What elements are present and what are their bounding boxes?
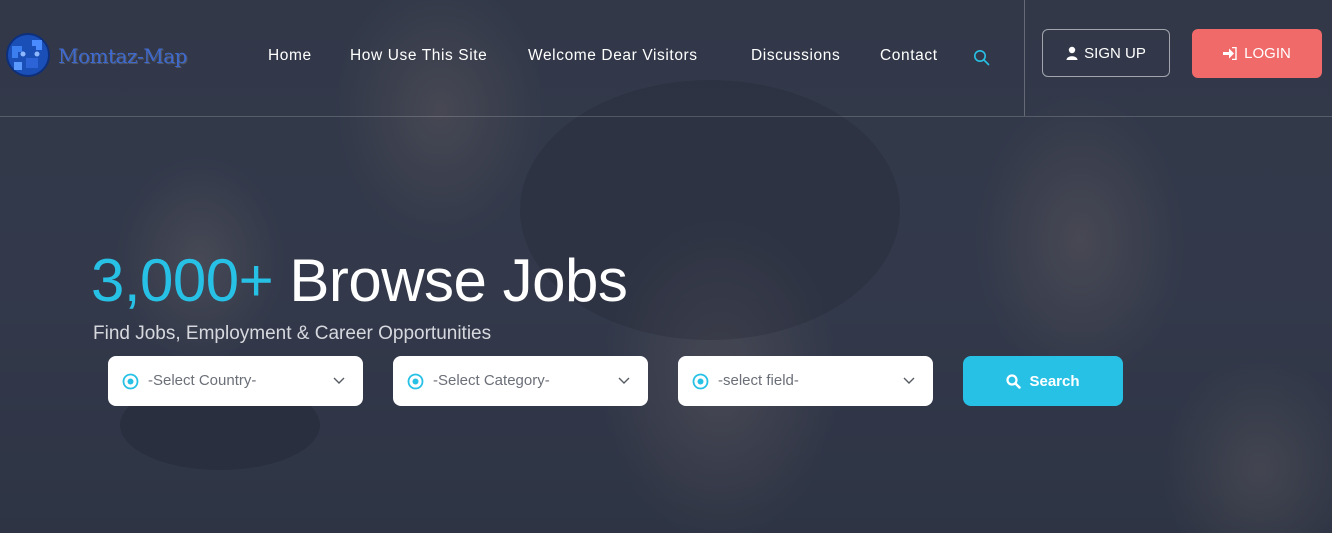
chevron-down-icon <box>618 377 630 384</box>
hero-subtitle: Find Jobs, Employment & Career Opportuni… <box>93 323 492 344</box>
hero-headline: 3,000+ Browse Jobs <box>91 246 628 315</box>
nav-item-home[interactable]: Home <box>268 47 312 65</box>
nav-item-welcome-dear-visitors[interactable]: Welcome Dear Visitors <box>528 47 698 65</box>
target-icon <box>407 373 424 390</box>
nav-item-contact[interactable]: Contact <box>880 47 938 65</box>
signup-button[interactable]: SIGN UP <box>1042 29 1170 77</box>
search-button[interactable]: Search <box>963 356 1123 406</box>
nav-divider <box>1024 0 1025 116</box>
job-count: 3,000+ <box>91 247 274 314</box>
target-icon <box>692 373 709 390</box>
chevron-down-icon <box>333 377 345 384</box>
login-label: LOGIN <box>1244 45 1291 62</box>
country-select[interactable]: -Select Country- <box>108 356 363 406</box>
brand-name: Momtaz-Map <box>58 44 187 68</box>
country-select-value: -Select Country- <box>148 372 257 389</box>
login-button[interactable]: LOGIN <box>1192 29 1322 78</box>
category-select[interactable]: -Select Category- <box>393 356 648 406</box>
hero-title: Browse Jobs <box>289 247 628 314</box>
sign-in-icon <box>1223 47 1237 60</box>
search-button-label: Search <box>1029 372 1080 390</box>
signup-label: SIGN UP <box>1084 44 1146 62</box>
category-select-value: -Select Category- <box>433 372 550 389</box>
puzzle-globe-icon <box>6 33 50 77</box>
chevron-down-icon <box>903 377 915 384</box>
field-select[interactable]: -select field- <box>678 356 933 406</box>
search-icon <box>1006 373 1022 389</box>
user-icon <box>1066 46 1078 60</box>
search-icon[interactable] <box>973 49 990 66</box>
nav-item-discussions[interactable]: Discussions <box>751 47 840 65</box>
nav-item-how-use-this-site[interactable]: How Use This Site <box>350 47 487 65</box>
target-icon <box>122 373 139 390</box>
top-navigation-bar: Momtaz-Map Home How Use This Site Welcom… <box>0 0 1332 117</box>
field-select-value: -select field- <box>718 372 799 389</box>
site-logo[interactable]: Momtaz-Map <box>4 32 204 78</box>
